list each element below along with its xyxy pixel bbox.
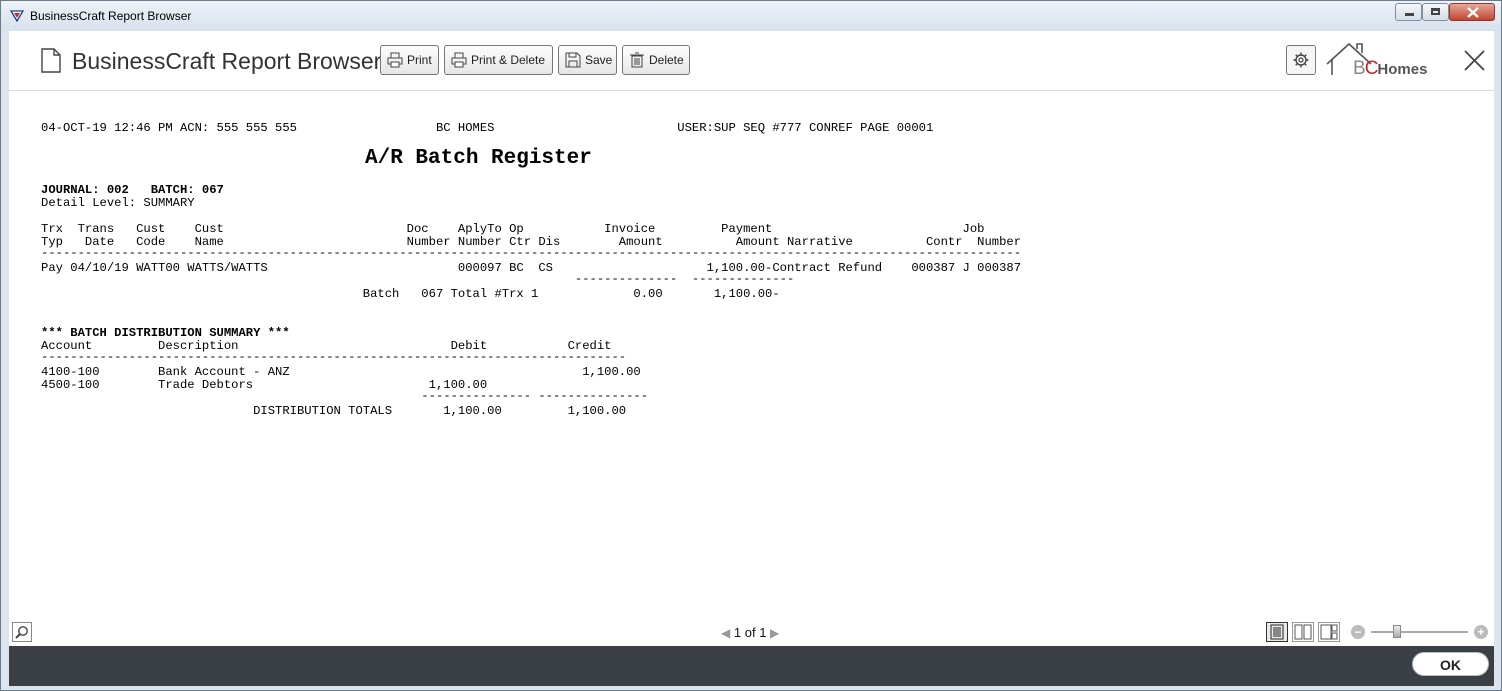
print-delete-button[interactable]: Print & Delete [444, 45, 553, 75]
logo-text: BCHomes [1353, 58, 1428, 79]
next-page-arrow[interactable]: ▶ [770, 626, 779, 640]
toolbar: BusinessCraft Report Browser Print Print… [9, 31, 1494, 91]
delete-label: Delete [649, 53, 684, 67]
close-icon[interactable] [1464, 50, 1485, 71]
two-page-icon [1294, 624, 1312, 640]
report-browser-window: BusinessCraft Report Browser BusinessCra… [0, 0, 1502, 691]
ok-button[interactable]: OK [1412, 652, 1489, 676]
window-title: BusinessCraft Report Browser [30, 9, 192, 23]
zoom-in-button[interactable]: + [1474, 625, 1488, 639]
multi-page-view-button[interactable] [1318, 622, 1340, 642]
print-delete-label: Print & Delete [471, 53, 546, 67]
page-current: 1 [733, 625, 742, 640]
distribution-totals: DISTRIBUTION TOTALS 1,100.00 1,100.00 [41, 404, 627, 418]
search-button[interactable] [12, 622, 32, 642]
save-button[interactable]: Save [558, 45, 617, 75]
trash-icon [630, 52, 644, 68]
printer-icon [387, 52, 403, 68]
rule-line: --------------- --------------- [41, 389, 649, 403]
detail-level-line: Detail Level: SUMMARY [41, 196, 195, 210]
report-header-line: 04-OCT-19 12:46 PM ACN: 555 555 555 BC H… [41, 121, 934, 135]
print-button[interactable]: Print [380, 45, 439, 75]
rule-line: ----------------------------------------… [41, 246, 1022, 260]
two-page-view-button[interactable] [1292, 622, 1314, 642]
window-close-button[interactable] [1449, 3, 1495, 21]
print-label: Print [407, 53, 432, 67]
zoom-track[interactable] [1371, 631, 1468, 633]
report-title: A/R Batch Register [365, 147, 592, 170]
title-bar: BusinessCraft Report Browser [1, 1, 1501, 31]
page-of: of [744, 625, 756, 640]
gear-icon [1293, 52, 1309, 68]
minimize-button[interactable] [1395, 3, 1422, 21]
save-label: Save [585, 53, 613, 67]
rule-line: ----------------------------------------… [41, 350, 627, 364]
dialog-button-bar: OK [9, 646, 1494, 686]
multi-page-icon [1320, 624, 1338, 640]
document-icon [41, 48, 61, 73]
settings-button[interactable] [1286, 45, 1316, 75]
single-page-icon [1270, 624, 1284, 640]
batch-total-line: Batch 067 Total #Trx 1 0.00 1,100.00- [41, 287, 780, 301]
client-area: BusinessCraft Report Browser Print Print… [9, 31, 1494, 646]
delete-button[interactable]: Delete [622, 45, 690, 75]
app-icon [10, 10, 24, 22]
maximize-button[interactable] [1422, 3, 1449, 21]
bc-homes-logo: BCHomes [1325, 40, 1445, 80]
zoom-out-button[interactable]: − [1351, 625, 1365, 639]
single-page-view-button[interactable] [1266, 622, 1288, 642]
page-indicator: ◀ 1 of 1 ▶ [721, 625, 779, 640]
page-total: 1 [759, 625, 767, 640]
rule-line: -------------- -------------- [41, 272, 795, 286]
prev-page-arrow[interactable]: ◀ [721, 626, 730, 640]
magnifier-icon [15, 626, 28, 639]
zoom-slider-thumb[interactable] [1393, 625, 1402, 638]
printer-icon [451, 52, 467, 68]
close-icon [1467, 7, 1479, 18]
app-title: BusinessCraft Report Browser [72, 48, 382, 74]
floppy-disk-icon [565, 52, 581, 68]
report-page: 04-OCT-19 12:46 PM ACN: 555 555 555 BC H… [9, 91, 1494, 611]
zoom-control: − + [1351, 624, 1491, 640]
